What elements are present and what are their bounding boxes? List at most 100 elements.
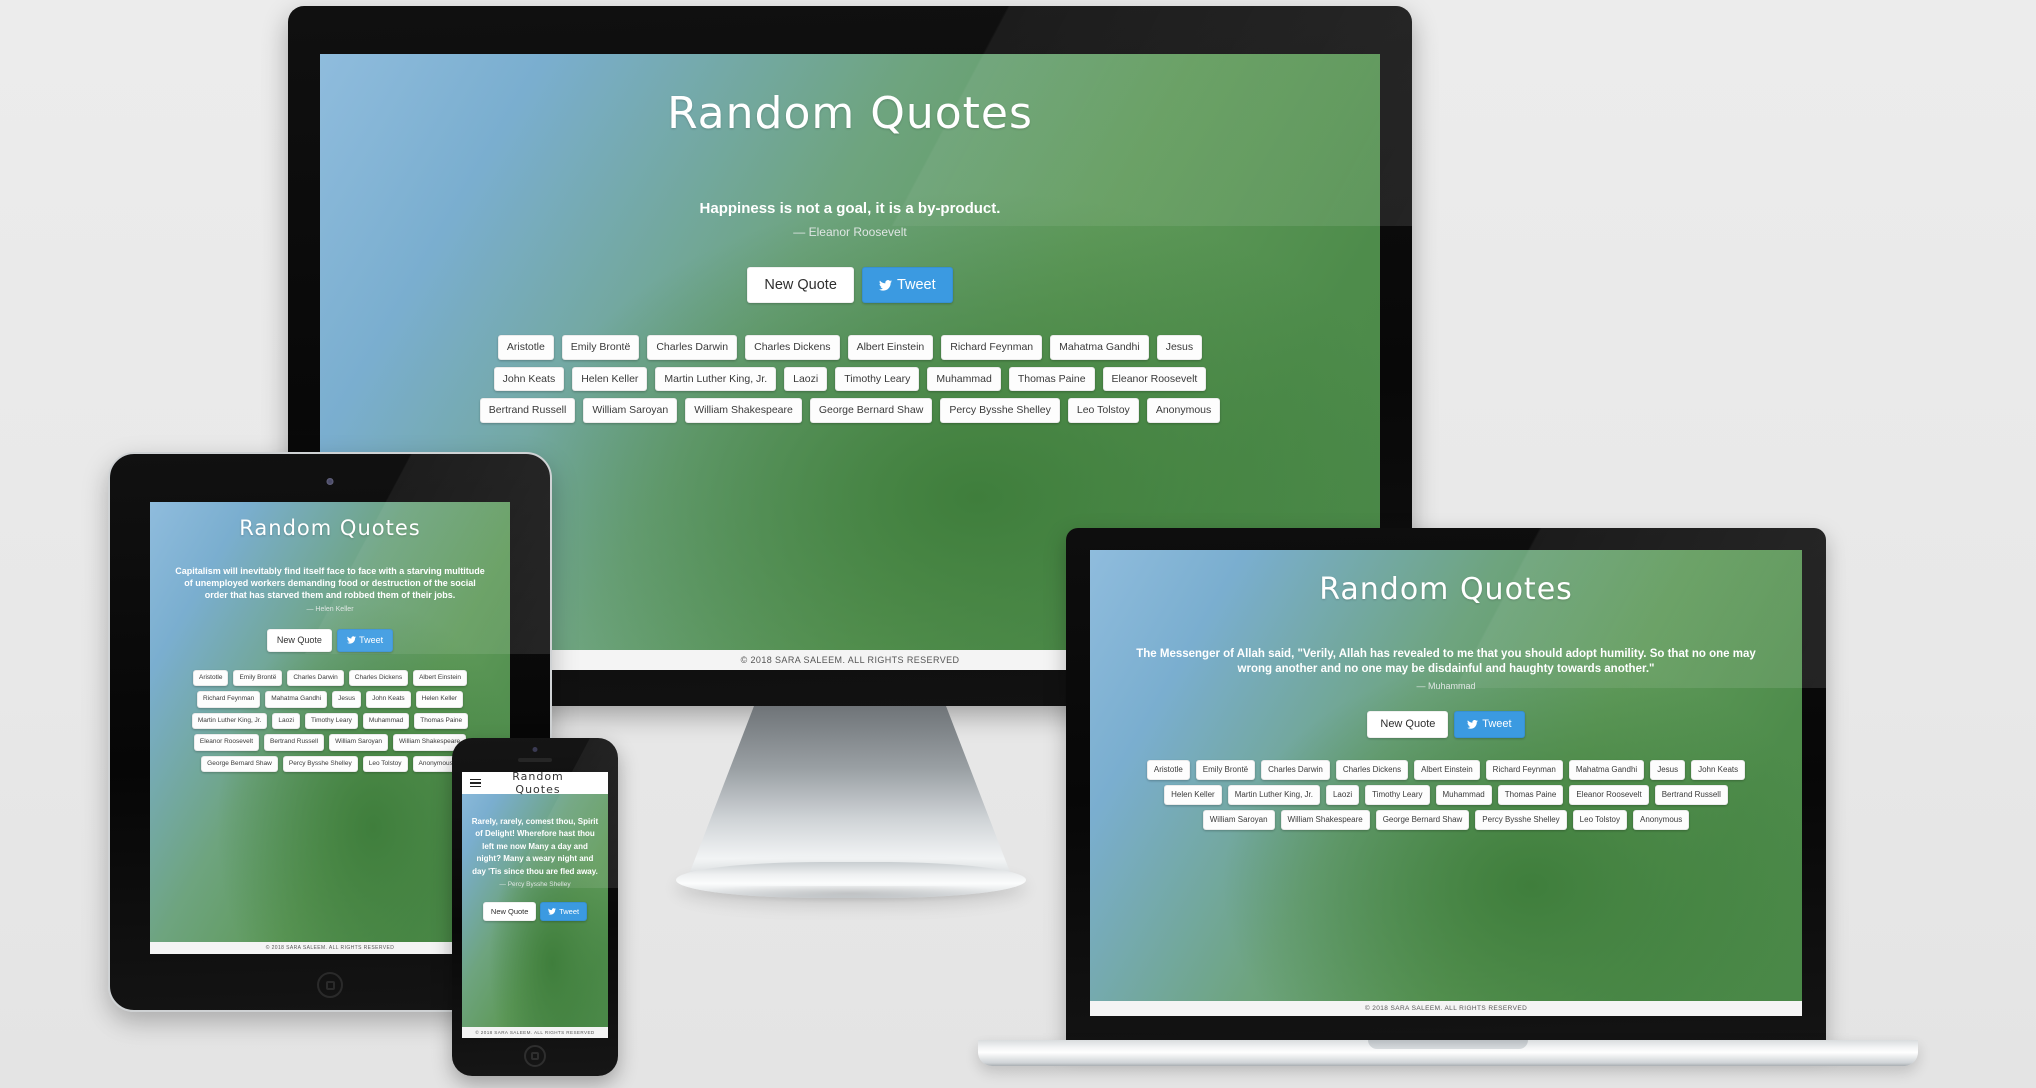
author-filter-button[interactable]: Mahatma Gandhi	[1568, 760, 1645, 781]
quote-author: — Percy Bysshe Shelley	[499, 880, 571, 888]
quote-text: Rarely, rarely, comest thou, Spirit of D…	[471, 817, 599, 876]
author-filter-button[interactable]: John Keats	[1691, 760, 1746, 781]
tweet-button[interactable]: Tweet	[861, 266, 953, 304]
laptop-trackpad-notch	[1368, 1040, 1528, 1049]
author-filter-button[interactable]: Helen Keller	[572, 366, 648, 392]
author-filter-button[interactable]: Charles Dickens	[1335, 760, 1409, 781]
author-filter-button[interactable]: Thomas Paine	[1008, 366, 1095, 392]
author-filter-button[interactable]: Percy Bysshe Shelley	[940, 398, 1060, 423]
tweet-button[interactable]: Tweet	[540, 901, 588, 922]
author-filter-button[interactable]: William Saroyan	[329, 734, 389, 751]
author-filter-button[interactable]: Muhammad	[927, 366, 1001, 392]
author-filter-button[interactable]: John Keats	[366, 691, 411, 708]
author-filter-list: Aristotle Emily Brontë Charles Darwin Charl…	[165, 669, 495, 773]
author-filter-button[interactable]: George Bernard Shaw	[201, 755, 278, 773]
footer-copyright: © 2018 SARA SALEEM. ALL RIGHTS RESERVED	[462, 1027, 608, 1038]
author-filter-button[interactable]: Charles Darwin	[647, 335, 738, 360]
author-filter-button[interactable]: Muhammad	[1435, 785, 1492, 806]
author-filter-button[interactable]: Leo Tolstoy	[362, 755, 408, 773]
new-quote-button[interactable]: New Quote	[747, 266, 854, 304]
phone-home-button[interactable]	[524, 1045, 546, 1067]
author-filter-button[interactable]: Bertrand Russell	[1654, 785, 1728, 806]
phone-page-body: Rarely, rarely, comest thou, Spirit of D…	[462, 794, 608, 1027]
author-filter-button[interactable]: Anonymous	[1633, 810, 1690, 831]
author-filter-button[interactable]: Richard Feynman	[196, 691, 261, 708]
author-filter-button[interactable]: George Bernard Shaw	[1375, 810, 1470, 831]
author-filter-button[interactable]: Richard Feynman	[941, 335, 1043, 360]
author-filter-button[interactable]: Anonymous	[1146, 398, 1221, 423]
phone-camera-icon	[532, 747, 538, 752]
author-filter-button[interactable]: Laozi	[784, 366, 828, 392]
author-filter-button[interactable]: Leo Tolstoy	[1572, 810, 1627, 831]
hamburger-menu-icon[interactable]	[470, 778, 481, 788]
author-filter-button[interactable]: Jesus	[332, 691, 362, 708]
author-filter-button[interactable]: Martin Luther King, Jr.	[655, 366, 777, 392]
phone-frame: Random Quotes Rarely, rarely, comest tho…	[452, 738, 618, 1076]
author-filter-button[interactable]: Helen Keller	[1164, 785, 1222, 806]
author-filter-button[interactable]: Mahatma Gandhi	[265, 691, 328, 708]
author-filter-button[interactable]: William Saroyan	[1202, 810, 1275, 831]
twitter-bird-icon	[878, 279, 892, 291]
author-filter-button[interactable]: Mahatma Gandhi	[1050, 335, 1149, 360]
quote-block: Happiness is not a goal, it is a by-prod…	[700, 199, 1001, 239]
author-filter-button[interactable]: Charles Darwin	[1261, 760, 1330, 781]
action-button-row: New Quote Tweet	[1367, 711, 1525, 739]
author-filter-button[interactable]: Timothy Leary	[1365, 785, 1430, 806]
new-quote-button[interactable]: New Quote	[482, 901, 537, 922]
author-filter-button[interactable]: Martin Luther King, Jr.	[1227, 785, 1320, 806]
author-filter-button[interactable]: Eleanor Roosevelt	[1569, 785, 1649, 806]
new-quote-button[interactable]: New Quote	[266, 628, 332, 652]
author-filter-button[interactable]: Charles Darwin	[287, 669, 344, 687]
author-filter-button[interactable]: Aristotle	[192, 669, 229, 687]
laptop-page: Random Quotes The Messenger of Allah sai…	[1090, 550, 1802, 1016]
author-filter-button[interactable]: Aristotle	[1146, 760, 1190, 781]
author-filter-button[interactable]: Emily Brontë	[233, 669, 283, 687]
author-filter-button[interactable]: William Saroyan	[583, 398, 678, 423]
tweet-button[interactable]: Tweet	[1454, 711, 1525, 739]
author-filter-button[interactable]: Charles Dickens	[348, 669, 409, 687]
monitor-stand-neck	[690, 706, 1010, 872]
author-filter-button[interactable]: Laozi	[272, 712, 300, 730]
author-filter-button[interactable]: Helen Keller	[415, 691, 464, 708]
tweet-button[interactable]: Tweet	[336, 628, 394, 652]
author-filter-button[interactable]: William Shakespeare	[1280, 810, 1370, 831]
author-filter-button[interactable]: William Shakespeare	[685, 398, 802, 423]
monitor-base-shadow	[690, 886, 1010, 904]
author-filter-button[interactable]: Leo Tolstoy	[1067, 398, 1139, 423]
author-filter-button[interactable]: Bertrand Russell	[264, 734, 325, 751]
author-filter-button[interactable]: Thomas Paine	[414, 712, 469, 730]
author-filter-button[interactable]: Albert Einstein	[413, 669, 468, 687]
author-filter-button[interactable]: Timothy Leary	[304, 712, 358, 730]
laptop-page-body: Random Quotes The Messenger of Allah sai…	[1090, 550, 1802, 1001]
author-filter-button[interactable]: Albert Einstein	[847, 335, 934, 360]
tablet-home-button[interactable]	[317, 972, 343, 998]
author-filter-button[interactable]: John Keats	[493, 366, 565, 392]
author-filter-button[interactable]: Laozi	[1325, 785, 1360, 806]
author-filter-button[interactable]: Bertrand Russell	[479, 398, 576, 423]
twitter-bird-icon	[346, 636, 356, 644]
author-filter-button[interactable]: Eleanor Roosevelt	[1102, 366, 1207, 392]
author-filter-button[interactable]: Emily Brontë	[561, 335, 640, 360]
author-filter-button[interactable]: Timothy Leary	[835, 366, 920, 392]
phone-screen: Random Quotes Rarely, rarely, comest tho…	[462, 772, 608, 1038]
author-filter-button[interactable]: Eleanor Roosevelt	[193, 734, 260, 751]
author-filter-button[interactable]: Thomas Paine	[1497, 785, 1564, 806]
quote-author: — Muhammad	[1416, 681, 1476, 692]
author-filter-button[interactable]: Percy Bysshe Shelley	[282, 755, 358, 773]
responsive-device-mockup-scene: Random Quotes Happiness is not a goal, i…	[0, 0, 2036, 1088]
author-filter-button[interactable]: Emily Brontë	[1195, 760, 1256, 781]
author-filter-button[interactable]: Muhammad	[362, 712, 410, 730]
author-filter-button[interactable]: Richard Feynman	[1485, 760, 1563, 781]
page-title: Random Quotes	[1319, 572, 1573, 607]
author-filter-button[interactable]: Charles Dickens	[745, 335, 840, 360]
author-filter-button[interactable]: Martin Luther King, Jr.	[191, 712, 268, 730]
author-filter-button[interactable]: Percy Bysshe Shelley	[1475, 810, 1567, 831]
author-filter-button[interactable]: Aristotle	[497, 335, 554, 360]
new-quote-button[interactable]: New Quote	[1367, 711, 1449, 739]
author-filter-button[interactable]: Jesus	[1156, 335, 1203, 360]
author-filter-button[interactable]: Jesus	[1650, 760, 1686, 781]
author-filter-button[interactable]: Albert Einstein	[1414, 760, 1480, 781]
quote-block: The Messenger of Allah said, "Verily, Al…	[1136, 647, 1756, 691]
author-filter-button[interactable]: George Bernard Shaw	[809, 398, 933, 423]
phone-page: Random Quotes Rarely, rarely, comest tho…	[462, 772, 608, 1038]
